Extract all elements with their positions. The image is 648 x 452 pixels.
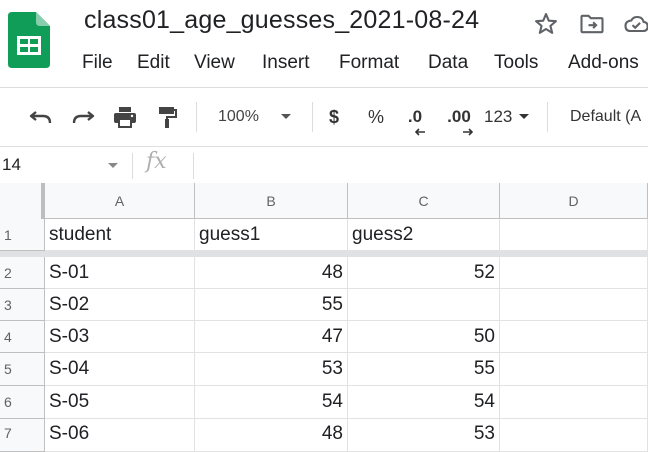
zoom-select[interactable]: 100% (212, 104, 298, 130)
toolbar: 100% $ % .0 .00 123 Default (A (0, 88, 648, 146)
sheets-logo-icon[interactable] (8, 12, 50, 68)
column-header-a[interactable]: A (45, 183, 195, 219)
row-header[interactable]: 6 (0, 386, 45, 419)
increase-decimal-button[interactable]: .00 (442, 104, 476, 136)
print-button[interactable] (110, 104, 140, 130)
cell-d5[interactable] (500, 353, 648, 386)
formula-bar-separator (193, 153, 194, 179)
print-icon (114, 107, 136, 128)
undo-icon (29, 111, 52, 124)
toolbar-separator (547, 102, 548, 132)
row-header[interactable]: 5 (0, 353, 45, 386)
formula-bar: 14 fx (0, 147, 648, 183)
cell-b3[interactable]: 55 (195, 289, 348, 321)
decrease-decimal-button[interactable]: .0 (400, 104, 430, 136)
row-header[interactable]: 1 (0, 219, 45, 251)
column-header-d[interactable]: D (500, 183, 648, 219)
select-all-corner[interactable] (0, 183, 45, 223)
spreadsheet-grid: A B C D 1 student guess1 guess2 2 S-01 4… (0, 183, 648, 452)
redo-button[interactable] (68, 104, 98, 130)
fx-icon: fx (146, 149, 167, 174)
cell-a1[interactable]: student (45, 219, 195, 251)
formula-input[interactable] (200, 153, 644, 181)
cell-b2[interactable]: 48 (195, 257, 348, 289)
cell-a2[interactable]: S-01 (45, 257, 195, 289)
menu-format[interactable]: Format (339, 52, 399, 74)
document-title[interactable]: class01_age_guesses_2021-08-24 (84, 6, 479, 35)
row-header[interactable]: 7 (0, 419, 45, 452)
menu-file[interactable]: File (82, 52, 113, 74)
paint-format-button[interactable] (154, 104, 180, 130)
cell-b7[interactable]: 48 (195, 419, 348, 452)
cell-c7[interactable]: 53 (348, 419, 500, 452)
cell-b5[interactable]: 53 (195, 353, 348, 386)
cell-b6[interactable]: 54 (195, 386, 348, 419)
menu-data[interactable]: Data (428, 52, 468, 74)
menu-tools[interactable]: Tools (494, 52, 538, 74)
row-header[interactable]: 2 (0, 257, 45, 289)
redo-icon (72, 111, 95, 124)
column-header-b[interactable]: B (195, 183, 348, 219)
zoom-value: 100% (218, 108, 259, 125)
cell-d4[interactable] (500, 321, 648, 353)
arrow-right-icon (463, 128, 474, 136)
cell-a6[interactable]: S-05 (45, 386, 195, 419)
cell-a4[interactable]: S-03 (45, 321, 195, 353)
undo-button[interactable] (26, 104, 56, 130)
cell-b1[interactable]: guess1 (195, 219, 348, 251)
cell-c3[interactable] (348, 289, 500, 321)
font-family-select[interactable]: Default (A (562, 104, 648, 130)
cell-d6[interactable] (500, 386, 648, 419)
arrow-left-icon (414, 128, 425, 136)
cell-c1[interactable]: guess2 (348, 219, 500, 251)
row-header[interactable]: 3 (0, 289, 45, 321)
cell-a7[interactable]: S-06 (45, 419, 195, 452)
menu-insert[interactable]: Insert (262, 52, 310, 74)
cell-a3[interactable]: S-02 (45, 289, 195, 321)
move-to-folder-icon[interactable] (578, 10, 606, 38)
percent-format-button[interactable]: % (364, 104, 388, 130)
toolbar-separator (196, 102, 197, 132)
cell-d3[interactable] (500, 289, 648, 321)
cell-d7[interactable] (500, 419, 648, 452)
formula-bar-separator (132, 153, 133, 179)
cloud-status-icon[interactable] (622, 10, 648, 38)
menu-add-ons[interactable]: Add-ons (568, 52, 639, 74)
paint-format-icon (159, 107, 177, 128)
chevron-down-icon (281, 114, 291, 119)
menu-edit[interactable]: Edit (137, 52, 170, 74)
cell-b4[interactable]: 47 (195, 321, 348, 353)
cell-d2[interactable] (500, 257, 648, 289)
cell-c5[interactable]: 55 (348, 353, 500, 386)
star-icon[interactable] (532, 10, 560, 38)
chevron-down-icon (519, 114, 529, 119)
cell-c4[interactable]: 50 (348, 321, 500, 353)
menu-view[interactable]: View (194, 52, 235, 74)
column-header-c[interactable]: C (348, 183, 500, 219)
toolbar-separator (312, 102, 313, 132)
cell-a5[interactable]: S-04 (45, 353, 195, 386)
row-header[interactable]: 4 (0, 321, 45, 353)
more-formats-button[interactable]: 123 (484, 104, 532, 130)
currency-format-button[interactable]: $ (322, 104, 346, 130)
cell-c6[interactable]: 54 (348, 386, 500, 419)
chevron-down-icon[interactable] (108, 163, 118, 168)
cell-d1[interactable] (500, 219, 648, 251)
cell-c2[interactable]: 52 (348, 257, 500, 289)
